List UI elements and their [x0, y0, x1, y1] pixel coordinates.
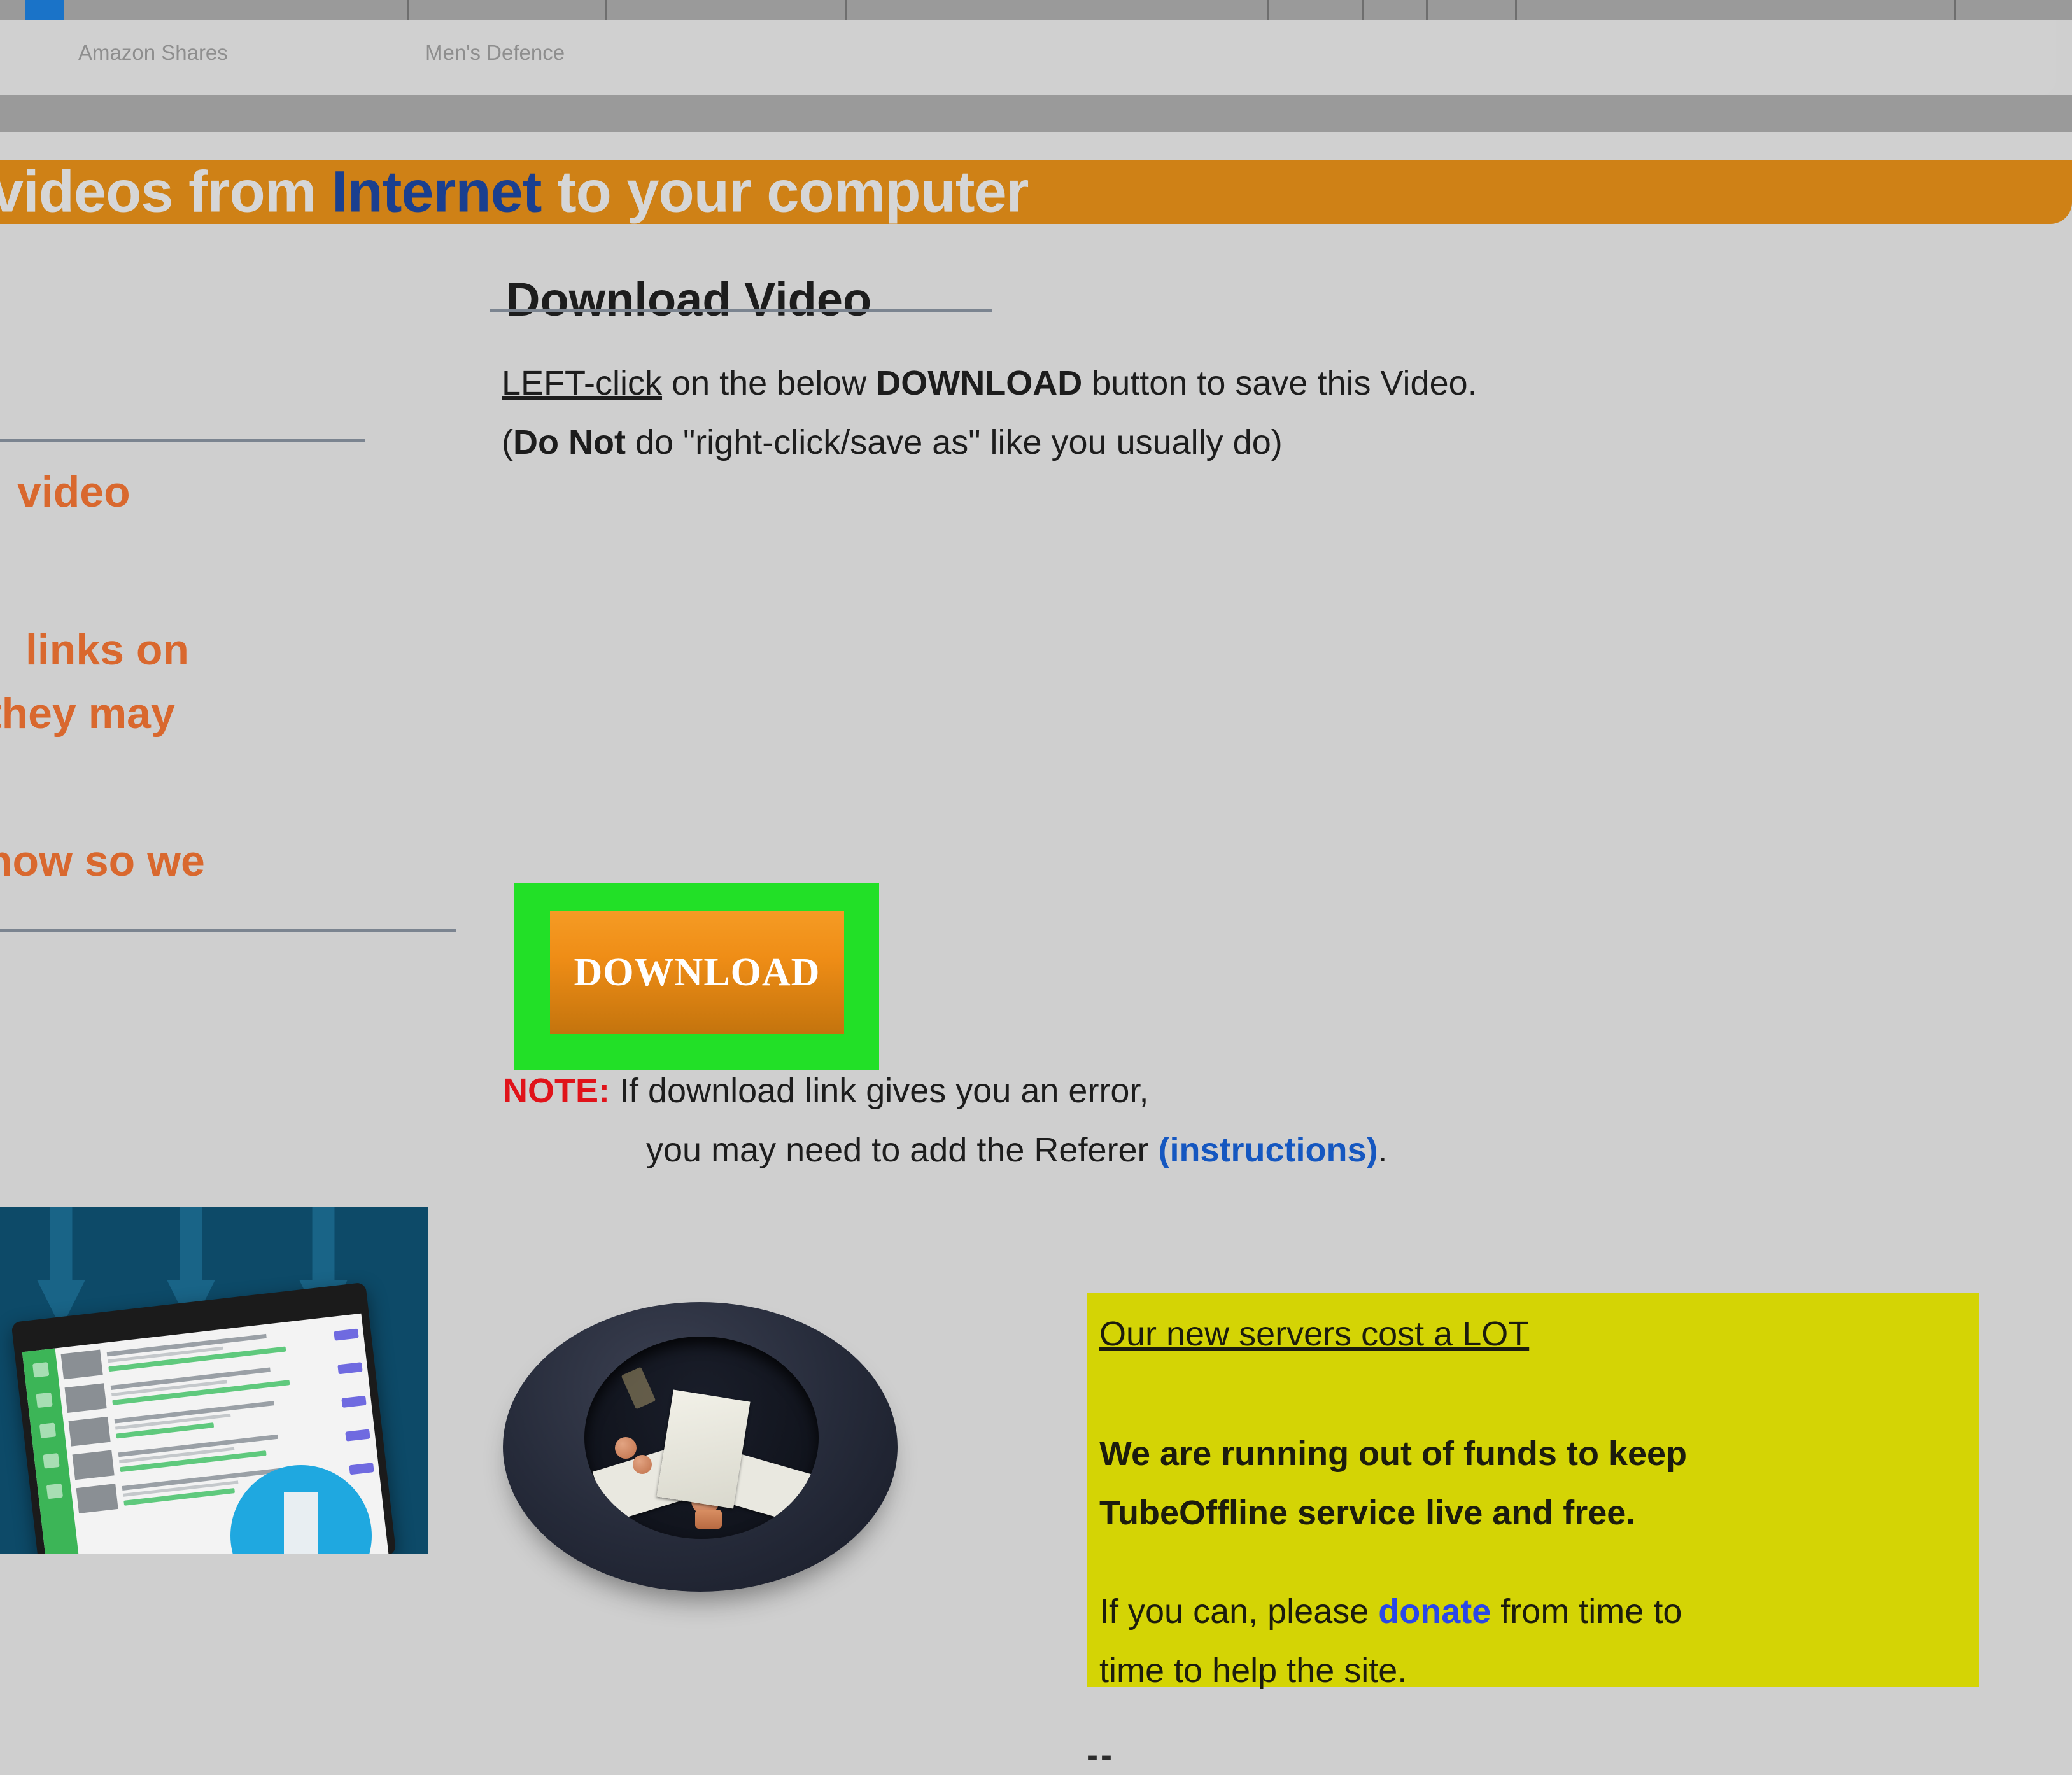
donation-body-line: time to help the site.	[1099, 1652, 1407, 1690]
tab-divider	[1362, 0, 1364, 20]
list-item-button	[334, 1328, 359, 1341]
left-column-text-line: they may	[0, 689, 175, 738]
horizontal-rule	[0, 439, 365, 442]
horizontal-rule	[0, 929, 456, 932]
tab-divider	[1954, 0, 1956, 20]
list-item-button	[349, 1462, 374, 1475]
instructions-link[interactable]: (instructions)	[1159, 1131, 1378, 1169]
list-item-button	[341, 1395, 367, 1408]
site-banner-text: videos from Internet to your computer	[0, 160, 1029, 224]
note-text: you may need to add the Referer	[646, 1131, 1159, 1169]
horizontal-rule	[490, 309, 992, 312]
left-column-text-line: links on	[25, 626, 189, 674]
instruction-text: on the below	[662, 364, 877, 402]
coin	[695, 1510, 722, 1529]
donation-heading: Our new servers cost a LOT	[1099, 1315, 1530, 1353]
list-item-button	[337, 1361, 363, 1374]
tab-divider	[1267, 0, 1269, 20]
bookmark-item-amazon-shares[interactable]: Amazon Shares	[78, 41, 228, 65]
note-line-1: NOTE: If download link gives you an erro…	[503, 1071, 1148, 1111]
thumbnail	[72, 1450, 115, 1480]
chrome-separator	[0, 95, 2072, 132]
hat-interior	[584, 1337, 819, 1539]
donation-text: If you can, please	[1099, 1592, 1379, 1631]
donation-body-line: We are running out of funds to keep	[1099, 1435, 1688, 1473]
donation-body-line: TubeOffline service live and free.	[1099, 1494, 1636, 1532]
donation-text: from time to	[1491, 1592, 1682, 1631]
note-text: If download link gives you an error,	[610, 1072, 1149, 1110]
thumbnail	[76, 1484, 118, 1513]
banner-text-before: videos from	[0, 160, 332, 224]
download-keyword: DOWNLOAD	[876, 364, 1083, 402]
sidebar-glyph	[46, 1483, 64, 1499]
banner-text-highlight: Internet	[332, 160, 542, 224]
instruction-line-2: (Do Not do "right-click/save as" like yo…	[502, 423, 1283, 462]
thumbnail	[64, 1383, 107, 1413]
site-banner: videos from Internet to your computer	[0, 160, 2072, 224]
left-click-emphasis: LEFT-click	[502, 364, 663, 402]
left-column-text-line: video	[17, 468, 130, 516]
download-button[interactable]: DOWNLOAD	[550, 911, 844, 1034]
note-line-2: you may need to add the Referer (instruc…	[646, 1130, 1388, 1170]
tab-divider	[1515, 0, 1517, 20]
donation-callout-box: Our new servers cost a LOT We are runnin…	[1087, 1293, 1979, 1690]
donation-body-line: If you can, please donate from time to	[1099, 1592, 1682, 1631]
page-content: video links on they may now so we Downlo…	[0, 224, 2072, 1774]
left-sidebar-column: video links on they may now so we	[0, 224, 369, 924]
instruction-text: button to save this Video.	[1082, 364, 1477, 402]
tab-divider	[407, 0, 409, 20]
thumbnail	[68, 1416, 111, 1447]
instruction-line-1: LEFT-click on the below DOWNLOAD button …	[502, 363, 1477, 403]
download-arrow-icon	[37, 1207, 85, 1328]
instruction-text: (	[502, 423, 513, 461]
download-button-label: DOWNLOAD	[574, 950, 821, 994]
list-item-button	[345, 1428, 370, 1442]
browser-bookmarks-bar[interactable]: Amazon Shares Men's Defence	[0, 20, 2056, 95]
note-text: .	[1378, 1131, 1388, 1169]
left-column-text-line: now so we	[0, 837, 205, 885]
signature-dashes: --	[1087, 1736, 1115, 1774]
hat-label-tag	[621, 1366, 656, 1410]
coin	[633, 1455, 652, 1474]
sidebar-glyph	[43, 1453, 60, 1469]
hat-with-money-image	[503, 1288, 898, 1606]
donate-link[interactable]: donate	[1378, 1592, 1491, 1631]
tab-divider	[605, 0, 607, 20]
thumbnail	[60, 1349, 103, 1380]
coin	[615, 1437, 637, 1459]
tab-divider	[1426, 0, 1428, 20]
advertisement-image[interactable]	[0, 1207, 428, 1554]
page-title: Download Video	[506, 272, 872, 326]
chrome-separator-lower	[0, 132, 2072, 160]
bookmark-item-mens-defence[interactable]: Men's Defence	[425, 41, 565, 65]
note-keyword: NOTE:	[503, 1072, 610, 1110]
do-not-keyword: Do Not	[512, 423, 626, 461]
tab-divider	[845, 0, 847, 20]
browser-chrome: Amazon Shares Men's Defence	[0, 0, 2072, 160]
banner-text-after: to your computer	[541, 160, 1029, 224]
sidebar-glyph	[39, 1422, 57, 1438]
sidebar-glyph	[32, 1361, 50, 1378]
sidebar-glyph	[36, 1392, 53, 1408]
instruction-text: do "right-click/save as" like you usuall…	[625, 423, 1283, 461]
browser-tabstrip[interactable]	[0, 0, 2072, 20]
